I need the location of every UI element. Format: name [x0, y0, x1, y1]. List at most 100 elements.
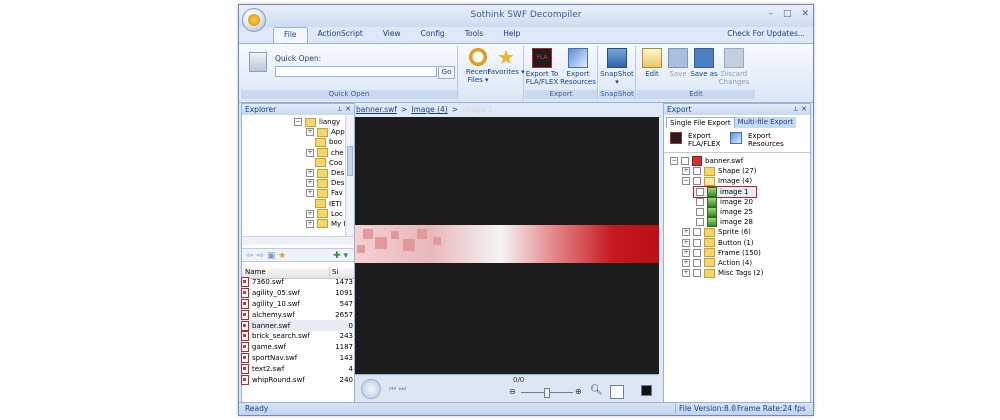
file-row[interactable]: text2.swf 4 — [241, 363, 353, 374]
export-tree-item[interactable]: + Shape (27) — [682, 166, 763, 176]
tree-scrollbar[interactable] — [345, 116, 354, 236]
export-fla-label: Export To FLA/FLEX — [525, 70, 559, 86]
tab-view[interactable]: View — [373, 27, 411, 43]
swf-file-icon — [241, 352, 249, 363]
export-tree-item[interactable]: − banner.swf — [670, 156, 763, 167]
forward-icon[interactable]: ⇨ — [256, 251, 264, 261]
recent-group: Recent Files ▾ ★ Favorites ▾ — [459, 46, 525, 100]
playback-bar: ⏮ ⏭ 0/0 ⊖ ⊕ 🔍︎ — [355, 374, 659, 403]
tree-item[interactable]: + Des — [306, 178, 345, 188]
status-frame-rate: Frame Rate:24 fps — [733, 404, 806, 413]
tab-single-file-export[interactable]: Single File Export — [666, 117, 735, 128]
folder-tree: − liangy + App boo + che Coo + Des + Des + Fav… — [294, 117, 345, 229]
back-icon[interactable]: ⇦ — [246, 251, 254, 261]
add-icon[interactable]: ✚ ▾ — [333, 249, 348, 263]
tab-actionscript[interactable]: ActionScript — [308, 27, 373, 43]
export-tree-item[interactable]: + Action (4) — [682, 258, 763, 268]
checkbox — [696, 187, 704, 196]
breadcrumb-image-group[interactable]: Image (4) — [411, 105, 448, 116]
tab-config[interactable]: Config — [411, 27, 455, 43]
file-row[interactable]: game.swf 1187 — [241, 342, 353, 353]
checkbox — [696, 197, 704, 206]
export-tree-item[interactable]: image 25 — [696, 207, 763, 218]
export-fla-flex-button[interactable]: Export FLA/FLEX — [670, 132, 730, 148]
file-row[interactable]: alchemy.swf 2657 — [241, 309, 353, 320]
edit-group-label: Edit — [637, 90, 755, 99]
export-tree-item[interactable]: + Misc Tags (2) — [682, 268, 763, 278]
tree-item[interactable]: + Loc — [306, 209, 345, 219]
swf-icon — [692, 156, 702, 167]
file-row[interactable]: 7360.swf 1473 — [241, 277, 353, 288]
pin-icon[interactable]: ⊥ ✕ — [337, 104, 351, 115]
export-title: Export — [667, 105, 692, 114]
edit-group: Edit Save Save as Discard Changes Edit — [637, 46, 755, 100]
tab-help[interactable]: Help — [493, 27, 530, 43]
go-button[interactable]: Go — [438, 66, 455, 79]
file-row[interactable]: agility_05.swf 1091 — [241, 288, 353, 299]
check-updates-link[interactable]: Check For Updates... — [727, 29, 805, 38]
tree-item[interactable]: IETI — [315, 199, 345, 209]
image-icon — [707, 186, 717, 197]
tree-item[interactable]: − liangy — [294, 117, 345, 127]
banner-image — [355, 225, 659, 263]
snapshot-button[interactable]: SnapShot ▾ — [598, 48, 636, 86]
background-color-icon[interactable] — [641, 385, 652, 396]
export-tree-item[interactable]: + Button (1) — [682, 238, 763, 248]
zoom-slider-thumb[interactable] — [544, 388, 550, 398]
export-tree-item[interactable]: + Frame (150) — [682, 248, 763, 258]
export-resources-button[interactable]: Export Resources — [559, 48, 597, 86]
tree-item[interactable]: Coo — [315, 158, 345, 168]
close-button[interactable]: ✕ — [801, 9, 809, 19]
tree-item[interactable]: + Fav — [306, 188, 345, 198]
export-resources-panel-button[interactable]: Export Resources — [730, 132, 806, 148]
export-tree-item-selected[interactable]: image 1 — [692, 185, 763, 198]
up-folder-icon[interactable]: ▣ — [267, 251, 276, 261]
tab-tools[interactable]: Tools — [455, 27, 493, 43]
snapshot-group-label: SnapShot — [599, 90, 635, 99]
tree-item[interactable]: + App — [306, 127, 345, 137]
file-list: 7360.swf 1473 agility_05.swf 1091 agility_… — [241, 277, 353, 385]
file-row[interactable]: sportNav.swf 143 — [241, 352, 353, 364]
tab-file[interactable]: File — [273, 27, 308, 43]
favorites-label: Favorites — [487, 68, 519, 76]
zoom-out-icon[interactable]: ⊖ — [509, 387, 516, 396]
file-row[interactable]: brick_search.swf 243 — [241, 331, 353, 342]
export-tree-item[interactable]: + Sprite (6) — [682, 227, 763, 237]
zoom-in-icon[interactable]: ⊕ — [575, 387, 582, 396]
clock-icon — [469, 48, 487, 66]
favorite-star-icon[interactable]: ★ — [278, 251, 286, 261]
tree-item[interactable]: + che — [306, 148, 345, 158]
file-row[interactable]: whipRound.swf 240 — [241, 374, 353, 385]
maximize-button[interactable]: □ — [783, 9, 792, 19]
file-row-selected[interactable]: banner.swf 0 — [241, 320, 353, 331]
export-tree-item[interactable]: − Image (4) — [682, 176, 763, 186]
fit-view-icon[interactable] — [610, 385, 624, 399]
swf-file-icon — [241, 342, 249, 353]
tree-item[interactable]: boo — [315, 137, 345, 147]
tab-multi-file-export[interactable]: Multi-file Export — [734, 117, 797, 128]
swf-file-icon — [241, 298, 249, 309]
minimize-button[interactable]: – — [768, 9, 773, 19]
export-tree-item[interactable]: image 28 — [696, 217, 763, 228]
pin-icon[interactable]: ⊥ ✕ — [793, 104, 807, 115]
file-row[interactable]: agility_10.swf 547 — [241, 298, 353, 310]
resources-icon — [730, 132, 742, 144]
export-tree-item[interactable]: image 20 — [696, 196, 763, 207]
fla-icon — [670, 132, 682, 144]
tree-hscrollbar[interactable] — [242, 236, 354, 245]
quick-open-input[interactable] — [275, 66, 437, 77]
frame-nav-buttons[interactable]: ⏮ ⏭ — [389, 384, 406, 394]
export-resources-panel-label: Export Resources — [748, 132, 784, 148]
breadcrumb-swf[interactable]: banner.swf — [356, 105, 397, 116]
resources-icon — [568, 48, 588, 68]
favorites-button[interactable]: ★ Favorites ▾ — [487, 47, 525, 76]
tree-item[interactable]: + My I — [306, 219, 345, 229]
menu-tabs: File ActionScript View Config Tools Help — [273, 27, 530, 43]
tree-item[interactable]: + Des — [306, 168, 345, 178]
app-window: Sothink SWF Decompiler – □ ✕ File Action… — [238, 4, 814, 416]
export-fla-button[interactable]: FLA Export To FLA/FLEX — [523, 48, 561, 86]
play-button[interactable] — [361, 379, 381, 399]
discard-changes-button[interactable]: Discard Changes — [715, 48, 753, 86]
checkbox — [693, 228, 701, 237]
magnifier-icon[interactable]: 🔍︎ — [590, 385, 603, 396]
